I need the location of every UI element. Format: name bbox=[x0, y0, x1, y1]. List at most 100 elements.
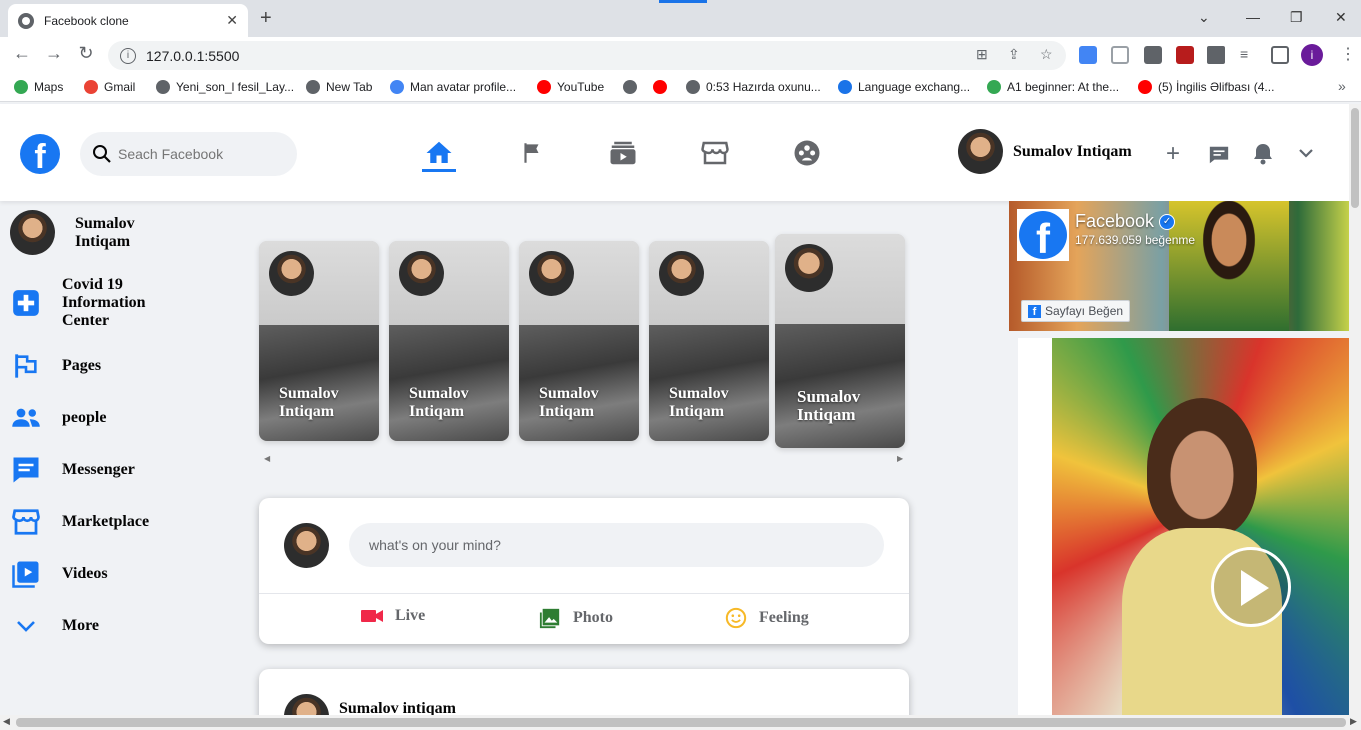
sidebar-item-label: Covid 19 Information Center bbox=[62, 276, 146, 329]
sidebar-item-pages[interactable]: Pages bbox=[10, 350, 101, 382]
horizontal-scrollbar[interactable]: ◀ ▶ bbox=[0, 715, 1361, 730]
bookmark-item[interactable]: A1 beginner: At the... bbox=[987, 80, 1119, 94]
video-player[interactable] bbox=[1052, 338, 1349, 715]
profile-avatar[interactable]: i bbox=[1301, 44, 1323, 66]
tab-title: Facebook clone bbox=[44, 13, 129, 28]
messenger-icon bbox=[10, 454, 42, 486]
browser-toolbar: ← → ↻ i 127.0.0.1:5500 ⊞ ⇪ ☆ ≡ bbox=[0, 37, 1361, 74]
bookmark-item[interactable]: Gmail bbox=[84, 80, 135, 94]
story-avatar bbox=[785, 244, 833, 292]
minimize-icon[interactable]: — bbox=[1246, 9, 1260, 25]
side-panel-icon[interactable] bbox=[1271, 46, 1289, 64]
media-control-icon[interactable]: ≡ bbox=[1240, 46, 1248, 62]
bookmark-item[interactable] bbox=[623, 80, 643, 94]
story-card-hovered[interactable]: Sumalov Intiqam bbox=[775, 234, 905, 448]
sidebar-item-people[interactable]: people bbox=[10, 402, 106, 434]
search-input[interactable] bbox=[118, 146, 288, 162]
messenger-chat-icon[interactable] bbox=[1208, 144, 1230, 166]
bookmark-item[interactable]: YouTube bbox=[537, 80, 604, 94]
bookmark-item[interactable]: Maps bbox=[14, 80, 63, 94]
extensions-puzzle-icon[interactable] bbox=[1207, 46, 1225, 64]
bookmark-favicon-icon bbox=[838, 80, 852, 94]
play-button[interactable] bbox=[1211, 547, 1291, 627]
page-name: Facebook bbox=[1075, 211, 1155, 231]
sidebar-item-more[interactable]: More bbox=[10, 610, 99, 642]
tab-search-icon[interactable]: ⌄ bbox=[1198, 9, 1210, 26]
story-card[interactable]: Sumalov Intiqam bbox=[259, 241, 379, 441]
story-landscape bbox=[389, 325, 509, 441]
video-widget-margin bbox=[1018, 338, 1052, 715]
sidebar-item-videos[interactable]: Videos bbox=[10, 558, 108, 590]
marketplace-nav-button[interactable] bbox=[698, 136, 732, 170]
translate-icon[interactable]: ⊞ bbox=[976, 46, 988, 63]
people-icon bbox=[10, 402, 42, 434]
facebook-logo[interactable]: f bbox=[20, 134, 60, 176]
like-page-button[interactable]: f Sayfayı Beğen bbox=[1021, 300, 1131, 322]
bookmark-label: Maps bbox=[34, 80, 64, 94]
photo-label: Photo bbox=[573, 609, 613, 626]
sidebar-item-messenger[interactable]: Messenger bbox=[10, 454, 135, 486]
smiley-icon bbox=[725, 607, 747, 629]
vertical-scrollbar[interactable] bbox=[1349, 104, 1361, 715]
home-nav-button[interactable] bbox=[422, 136, 456, 170]
pages-nav-button[interactable] bbox=[515, 136, 549, 170]
close-tab-icon[interactable]: ✕ bbox=[226, 12, 238, 29]
restore-icon[interactable]: ❐ bbox=[1290, 9, 1303, 26]
sidebar-item-covid[interactable]: Covid 19 Information Center bbox=[10, 276, 162, 330]
back-icon[interactable]: ← bbox=[10, 43, 34, 64]
sidebar-profile[interactable]: Sumalov Intiqam bbox=[10, 210, 165, 255]
groups-nav-button[interactable] bbox=[790, 136, 824, 170]
scroll-left-arrow-icon[interactable]: ◀ bbox=[3, 716, 10, 727]
forward-icon[interactable]: → bbox=[42, 43, 66, 64]
scroll-right-arrow-icon[interactable]: ▶ bbox=[1350, 716, 1357, 727]
bookmark-item[interactable]: Language exchang... bbox=[838, 80, 970, 94]
page-logo[interactable]: f bbox=[1017, 209, 1069, 262]
story-card[interactable]: Sumalov Intiqam bbox=[389, 241, 509, 441]
site-info-icon[interactable]: i bbox=[120, 47, 136, 64]
live-video-button[interactable]: Live bbox=[361, 607, 425, 625]
feeling-button[interactable]: Feeling bbox=[725, 607, 809, 629]
facebook-f-icon: f bbox=[1019, 211, 1067, 262]
page-title[interactable]: Facebook ✓ bbox=[1075, 211, 1176, 232]
story-card[interactable]: Sumalov Intiqam bbox=[649, 241, 769, 441]
notifications-bell-icon[interactable] bbox=[1251, 142, 1275, 166]
bookmark-label: 0:53 Hazırda oxunu... bbox=[706, 80, 821, 94]
bookmark-item[interactable]: New Tab bbox=[306, 80, 372, 94]
create-plus-icon[interactable]: + bbox=[1166, 140, 1180, 168]
close-window-icon[interactable]: ✕ bbox=[1335, 9, 1347, 26]
bookmark-item[interactable]: (5) İngilis Əlifbası (4... bbox=[1138, 80, 1274, 94]
extension-translate-icon[interactable] bbox=[1079, 46, 1097, 64]
story-landscape bbox=[259, 325, 379, 441]
store-icon bbox=[701, 141, 729, 165]
browser-tab[interactable]: Facebook clone ✕ bbox=[8, 4, 248, 37]
bookmark-item[interactable]: Yeni_son_l fesil_Lay... bbox=[156, 80, 294, 94]
extension-eyedropper-icon[interactable] bbox=[1144, 46, 1162, 64]
search-box[interactable] bbox=[80, 132, 297, 176]
bookmark-star-icon[interactable]: ☆ bbox=[1040, 46, 1053, 63]
scroll-left-icon[interactable]: ◀ bbox=[264, 454, 270, 463]
extension-shield-icon[interactable] bbox=[1111, 46, 1129, 64]
scrollbar-thumb[interactable] bbox=[1351, 108, 1359, 208]
sidebar-item-label: people bbox=[62, 409, 107, 426]
status-input[interactable]: what's on your mind? bbox=[349, 523, 884, 567]
watch-nav-button[interactable] bbox=[606, 136, 640, 170]
share-icon[interactable]: ⇪ bbox=[1008, 46, 1020, 63]
story-name: Sumalov Intiqam bbox=[279, 385, 339, 420]
address-bar[interactable]: i 127.0.0.1:5500 bbox=[108, 41, 1066, 70]
bookmark-item[interactable]: Man avatar profile... bbox=[390, 80, 516, 94]
facebook-small-icon: f bbox=[1028, 304, 1041, 318]
reload-icon[interactable]: ↻ bbox=[74, 43, 98, 64]
header-profile[interactable]: Sumalov Intiqam bbox=[958, 129, 1132, 174]
kebab-menu-icon[interactable]: ⋮ bbox=[1340, 44, 1356, 64]
scrollbar-thumb[interactable] bbox=[16, 718, 1346, 727]
more-bookmarks-icon[interactable]: » bbox=[1338, 78, 1346, 94]
photo-button[interactable]: Photo bbox=[539, 607, 613, 629]
new-tab-button[interactable]: + bbox=[260, 8, 272, 28]
bookmark-item[interactable] bbox=[653, 80, 673, 94]
bookmark-item[interactable]: 0:53 Hazırda oxunu... bbox=[686, 80, 821, 94]
account-chevron-down-icon[interactable] bbox=[1298, 147, 1314, 159]
scroll-right-icon[interactable]: ▶ bbox=[897, 454, 903, 463]
story-card[interactable]: Sumalov Intiqam bbox=[519, 241, 639, 441]
extension-ublock-icon[interactable] bbox=[1176, 46, 1194, 64]
sidebar-item-marketplace[interactable]: Marketplace bbox=[10, 506, 149, 538]
